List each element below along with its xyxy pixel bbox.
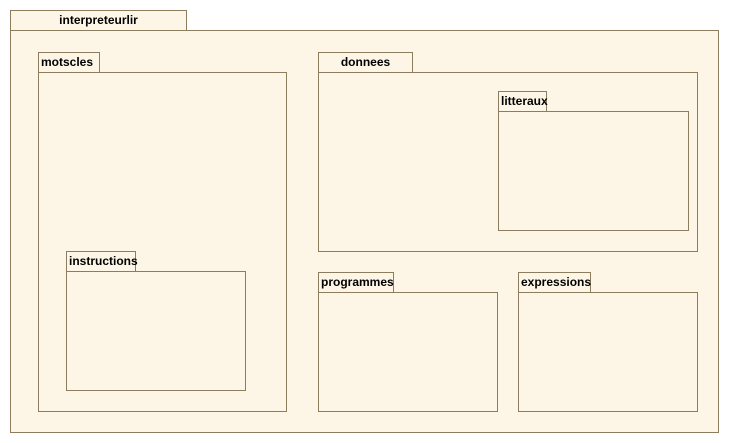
package-label-litteraux: litteraux (501, 94, 548, 108)
package-label-donnees: donnees (340, 55, 391, 69)
package-tab-programmes: programmes (318, 272, 394, 293)
package-tab-motscles: motscles (38, 52, 100, 73)
package-tab-litteraux: litteraux (498, 91, 548, 112)
package-label-instructions: instructions (69, 254, 138, 268)
package-tab-interpreteurlir: interpreteurlir (10, 10, 187, 31)
package-body-instructions (66, 271, 246, 391)
package-tab-expressions: expressions (518, 272, 591, 293)
package-label-programmes: programmes (321, 275, 394, 289)
package-label-interpreteurlir: interpreteurlir (59, 13, 138, 27)
package-body-expressions (518, 292, 698, 412)
package-tab-donnees: donnees (318, 52, 413, 73)
package-body-litteraux (498, 111, 689, 231)
package-body-programmes (318, 292, 498, 412)
diagram-canvas: { "packages": { "root": { "label": "inte… (0, 0, 729, 443)
package-label-motscles: motscles (41, 55, 94, 69)
package-label-expressions: expressions (521, 275, 592, 289)
package-tab-instructions: instructions (66, 251, 138, 272)
